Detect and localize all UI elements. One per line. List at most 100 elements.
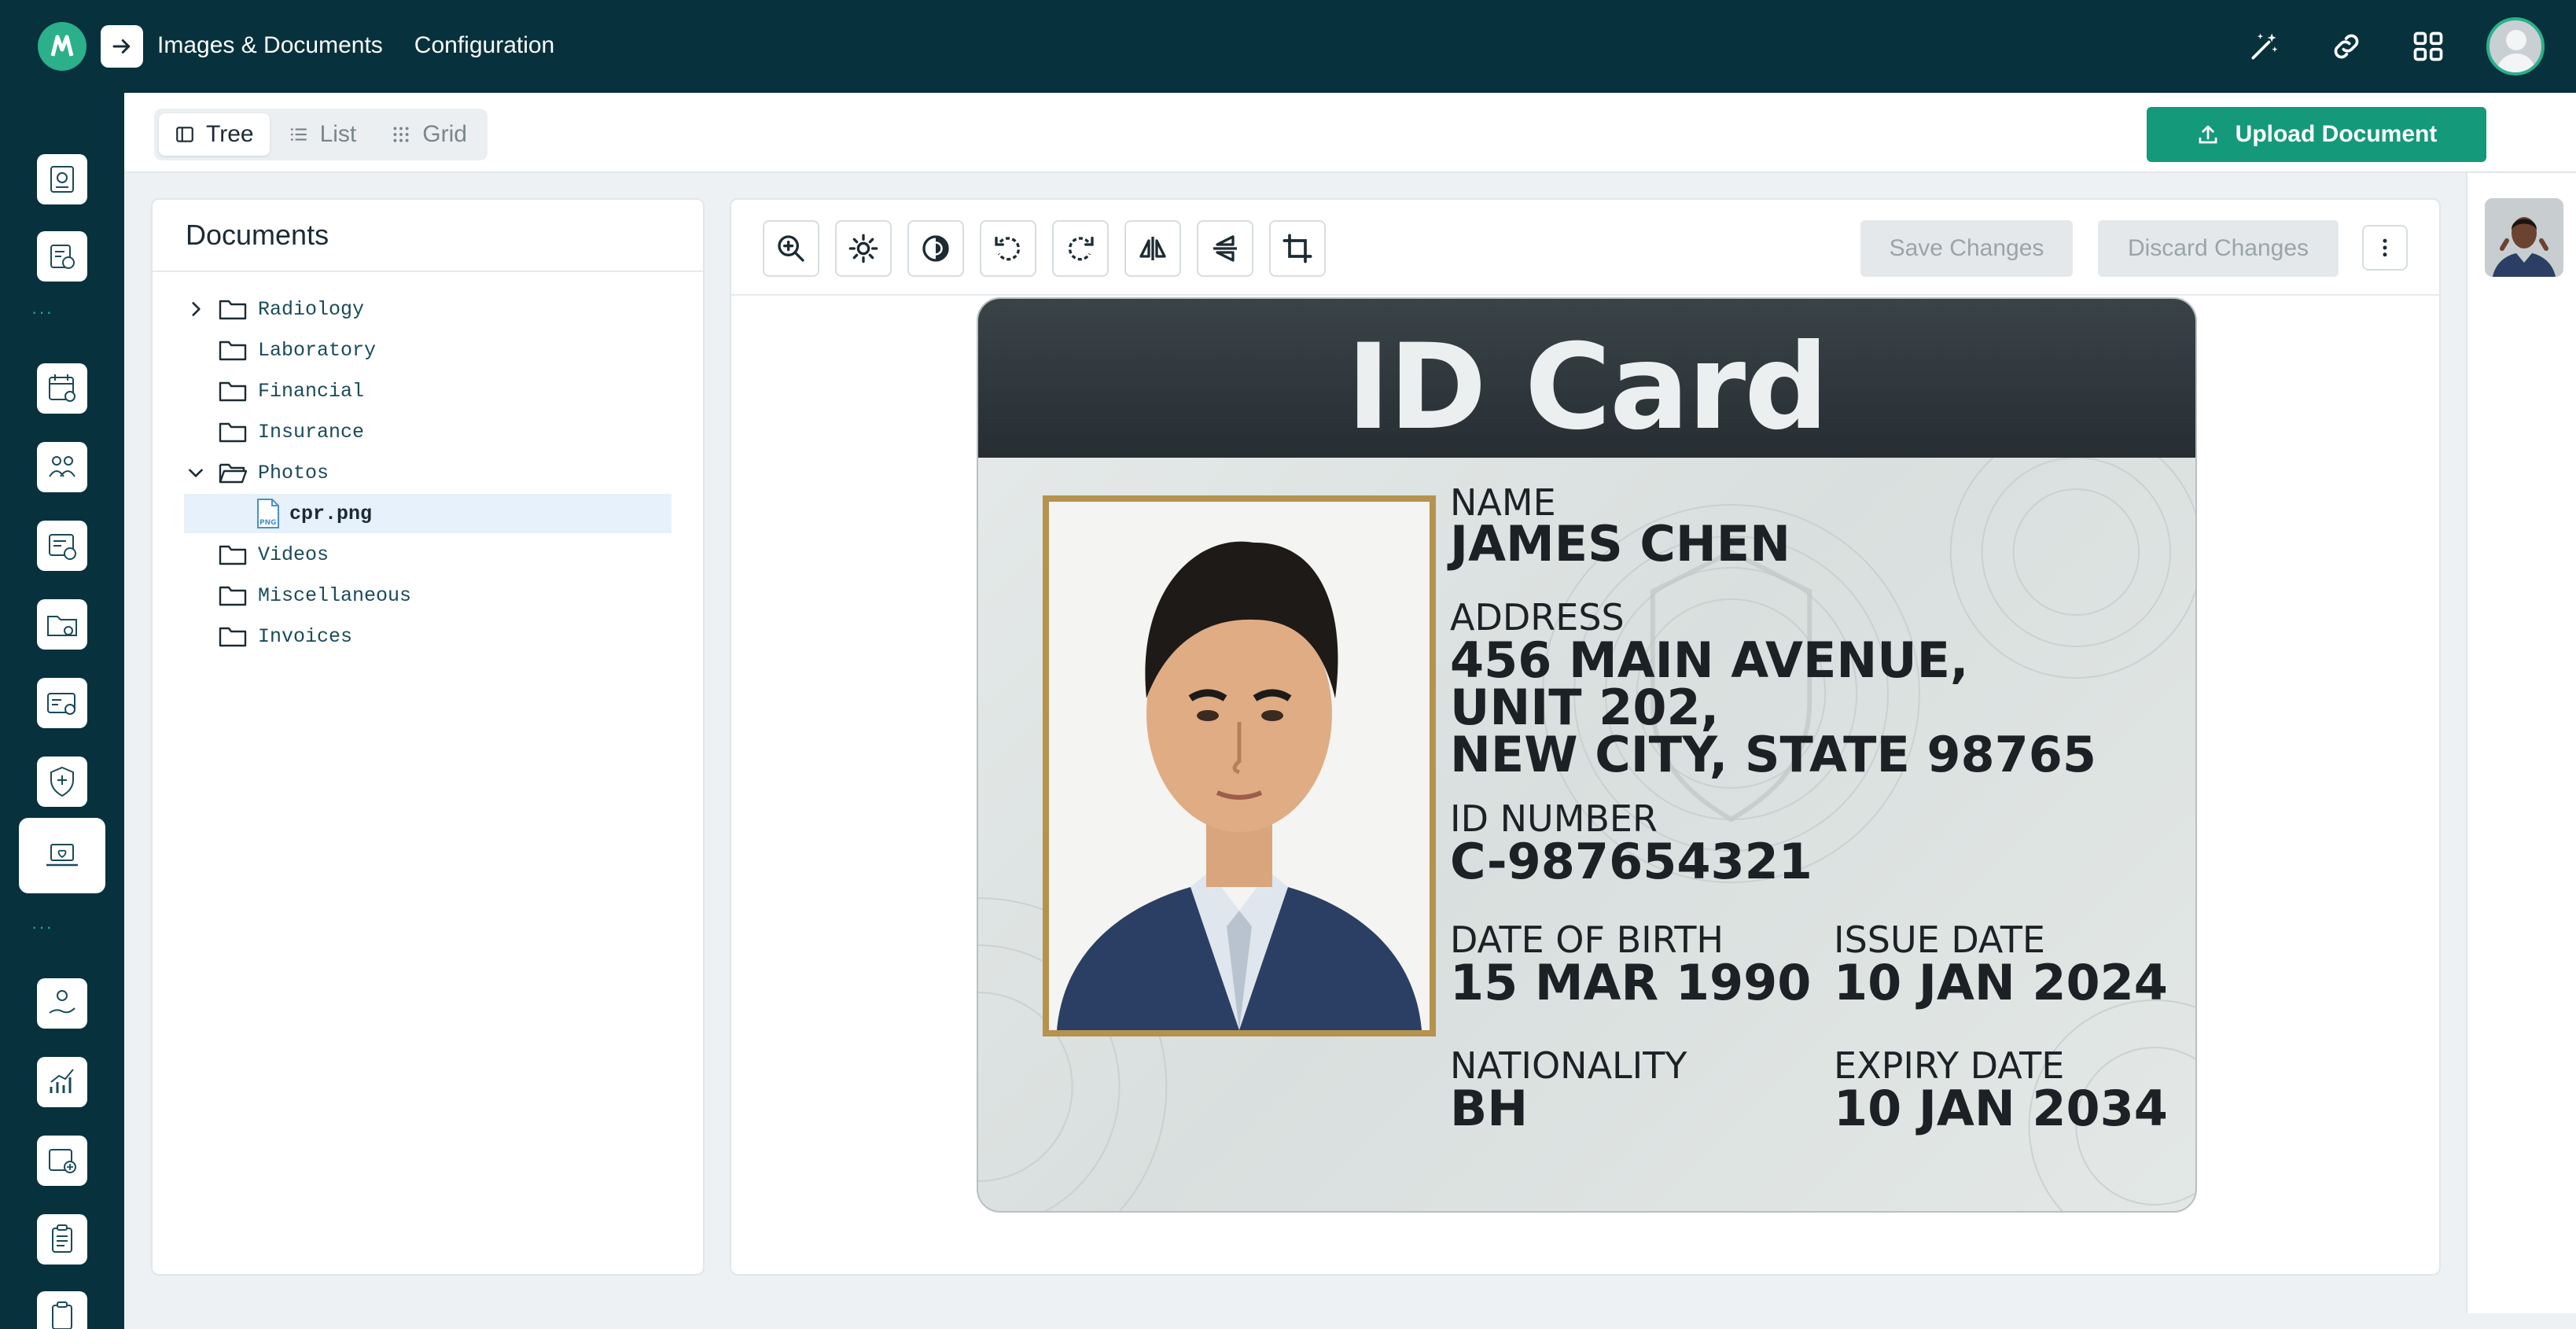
view-grid-label: Grid bbox=[422, 121, 467, 147]
rail-telehealth[interactable] bbox=[19, 818, 105, 893]
tree-item-label: Miscellaneous bbox=[258, 584, 412, 607]
link-button[interactable] bbox=[2323, 17, 2370, 75]
folder-icon bbox=[219, 381, 247, 402]
magic-wand-button[interactable] bbox=[2241, 17, 2288, 75]
discard-changes-button[interactable]: Discard Changes bbox=[2098, 220, 2339, 277]
flip-vertical-icon bbox=[1213, 235, 1237, 262]
tree-item-label: Insurance bbox=[258, 420, 365, 444]
rail-separator: ··· bbox=[31, 302, 53, 322]
insurance-card-icon bbox=[47, 693, 75, 715]
chevron-right-icon[interactable] bbox=[184, 297, 208, 321]
tree-folder-miscellaneous[interactable]: Miscellaneous bbox=[184, 576, 672, 615]
tree-folder-laboratory[interactable]: Laboratory bbox=[184, 330, 672, 370]
id-card-title: ID Card bbox=[1346, 319, 1828, 456]
left-nav-rail: ··· ··· bbox=[0, 93, 124, 1329]
dob-value: 15 MAR 1990 bbox=[1450, 954, 1812, 1011]
save-changes-button[interactable]: Save Changes bbox=[1860, 220, 2073, 277]
rail-analytics[interactable] bbox=[19, 1044, 105, 1120]
png-badge: PNG bbox=[259, 519, 277, 527]
view-tree-option[interactable]: Tree bbox=[159, 113, 270, 156]
brightness-button[interactable] bbox=[835, 220, 892, 277]
rail-id-card-folder[interactable] bbox=[19, 587, 105, 662]
rotate-right-icon bbox=[1068, 237, 1094, 261]
rail-clipboard[interactable] bbox=[19, 1202, 105, 1277]
zoom-in-button[interactable] bbox=[763, 220, 819, 277]
tree-item-label: cpr.png bbox=[289, 502, 373, 525]
view-list-option[interactable]: List bbox=[273, 113, 373, 156]
lab-results-icon bbox=[50, 245, 75, 269]
rail-separator-2: ··· bbox=[31, 917, 53, 937]
nav-images-documents[interactable]: Images & Documents bbox=[157, 30, 383, 61]
sidebar-layout-icon bbox=[176, 127, 193, 142]
tree-file-cpr[interactable]: PNG cpr.png bbox=[184, 494, 672, 533]
crop-icon bbox=[1282, 234, 1312, 263]
nav-configuration[interactable]: Configuration bbox=[414, 30, 554, 61]
app-logo[interactable] bbox=[38, 22, 86, 71]
rail-patient-care[interactable] bbox=[19, 966, 105, 1041]
arrow-right-icon bbox=[112, 39, 131, 53]
avatar-body bbox=[2497, 53, 2536, 72]
viewer-divider bbox=[731, 294, 2439, 296]
rail-billing[interactable] bbox=[19, 508, 105, 584]
issue-date-value: 10 JAN 2024 bbox=[1834, 954, 2168, 1011]
clipboard-tasks-icon bbox=[52, 1301, 72, 1329]
patient-care-icon bbox=[49, 990, 75, 1014]
tree-folder-insurance[interactable]: Insurance bbox=[184, 412, 672, 451]
crop-button[interactable] bbox=[1269, 220, 1326, 277]
tree-folder-videos[interactable]: Videos bbox=[184, 535, 672, 574]
telehealth-laptop-icon bbox=[46, 844, 78, 867]
rail-medical-records[interactable] bbox=[19, 1123, 105, 1198]
top-bar: Images & Documents Configuration bbox=[0, 0, 2576, 93]
address-line-1: 456 MAIN AVENUE, bbox=[1450, 631, 1969, 689]
appointments-calendar-icon bbox=[49, 374, 75, 402]
upload-document-button[interactable]: Upload Document bbox=[2147, 107, 2486, 162]
documents-divider bbox=[153, 271, 703, 272]
expand-sidebar-button[interactable] bbox=[101, 25, 143, 68]
rotate-right-button[interactable] bbox=[1052, 220, 1109, 277]
more-options-button[interactable] bbox=[2362, 225, 2408, 271]
contrast-button[interactable] bbox=[907, 220, 964, 277]
tree-folder-photos[interactable]: Photos bbox=[184, 453, 672, 492]
rail-appointments[interactable] bbox=[19, 351, 105, 426]
user-avatar[interactable] bbox=[2486, 17, 2545, 75]
png-file-icon: PNG bbox=[257, 499, 279, 528]
folder-open-icon bbox=[219, 463, 247, 484]
rotate-left-button[interactable] bbox=[980, 220, 1036, 277]
contrast-icon bbox=[922, 235, 949, 262]
documents-panel: Documents Radiology Laboratory Financial… bbox=[151, 198, 705, 1276]
more-vertical-icon bbox=[2383, 238, 2387, 257]
rail-pediatric-chart[interactable] bbox=[19, 142, 105, 217]
folder-icon bbox=[219, 545, 247, 565]
image-tools bbox=[763, 220, 1326, 277]
tree-folder-radiology[interactable]: Radiology bbox=[184, 289, 672, 329]
tree-item-label: Radiology bbox=[258, 297, 365, 321]
chevron-down-icon[interactable] bbox=[184, 461, 208, 484]
document-image: ID Card NAME JAMES CHEN ADDRESS 456 MAIN… bbox=[977, 297, 2197, 1213]
rail-insurance-card[interactable] bbox=[19, 665, 105, 741]
upload-icon bbox=[2199, 125, 2217, 144]
id-portrait-photo bbox=[1043, 495, 1436, 1036]
flip-vertical-button[interactable] bbox=[1197, 220, 1253, 277]
id-number-value: C-987654321 bbox=[1450, 833, 1812, 890]
preview-rail bbox=[2466, 173, 2576, 1313]
view-list-label: List bbox=[319, 121, 357, 147]
document-thumbnail[interactable] bbox=[2485, 198, 2563, 277]
rail-care-team[interactable] bbox=[19, 429, 105, 505]
rotate-left-icon bbox=[995, 237, 1021, 261]
view-grid-option[interactable]: Grid bbox=[375, 113, 483, 156]
id-card-folder-icon bbox=[47, 616, 77, 636]
folder-icon bbox=[219, 586, 247, 606]
nationality-value: BH bbox=[1450, 1080, 1529, 1137]
folder-icon bbox=[219, 422, 247, 443]
flip-horizontal-button[interactable] bbox=[1124, 220, 1181, 277]
analytics-chart-icon bbox=[50, 1069, 74, 1093]
rail-clipboard-tasks[interactable] bbox=[19, 1279, 105, 1329]
rail-health-protection[interactable] bbox=[19, 744, 105, 819]
apps-grid-button[interactable] bbox=[2405, 17, 2452, 75]
tree-folder-invoices[interactable]: Invoices bbox=[184, 617, 672, 656]
address-line-3: NEW CITY, STATE 98765 bbox=[1450, 726, 2097, 783]
health-protection-icon bbox=[50, 766, 74, 797]
rail-lab-results[interactable] bbox=[19, 219, 105, 294]
tree-folder-financial[interactable]: Financial bbox=[184, 371, 672, 410]
grid-dots-icon bbox=[393, 127, 409, 142]
